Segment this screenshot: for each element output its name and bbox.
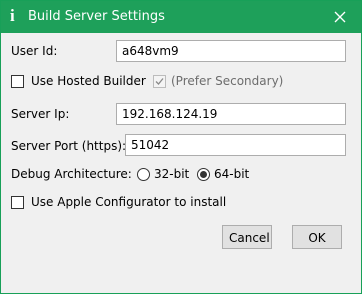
arch-64-bit-label: 64-bit [214,167,250,181]
server-port-input[interactable] [125,134,346,156]
apple-configurator-label: Use Apple Configurator to install [31,195,227,209]
server-port-label: Server Port (https): [11,139,127,153]
close-button[interactable] [323,1,357,33]
close-icon [334,11,346,23]
dialog-content: User Id: Use Hosted Builder (Prefer Seco… [1,33,361,293]
title-bar[interactable]: i Build Server Settings [1,1,361,33]
window-title: Build Server Settings [28,9,165,24]
user-id-label: User Id: [11,44,58,58]
prefer-secondary-label: (Prefer Secondary) [171,74,284,88]
server-ip-input[interactable] [116,103,346,125]
arch-32-bit-radio[interactable] [137,168,150,181]
build-server-settings-dialog: i Build Server Settings User Id: Use Hos… [0,0,362,294]
cancel-button[interactable]: Cancel [222,225,272,249]
prefer-secondary-checkbox[interactable] [153,75,166,88]
apple-configurator-checkbox[interactable] [11,196,24,209]
server-ip-label: Server Ip: [11,107,70,121]
debug-architecture-label: Debug Architecture: [11,167,132,181]
user-id-input[interactable] [116,40,346,62]
use-hosted-builder-checkbox[interactable] [11,75,24,88]
info-i-icon: i [10,6,15,25]
ok-button[interactable]: OK [292,225,342,249]
arch-32-bit-label: 32-bit [154,167,190,181]
use-hosted-builder-label: Use Hosted Builder [31,74,146,88]
radio-selected-dot [200,171,207,178]
arch-64-bit-radio[interactable] [197,168,210,181]
checkmark-icon [155,78,164,85]
